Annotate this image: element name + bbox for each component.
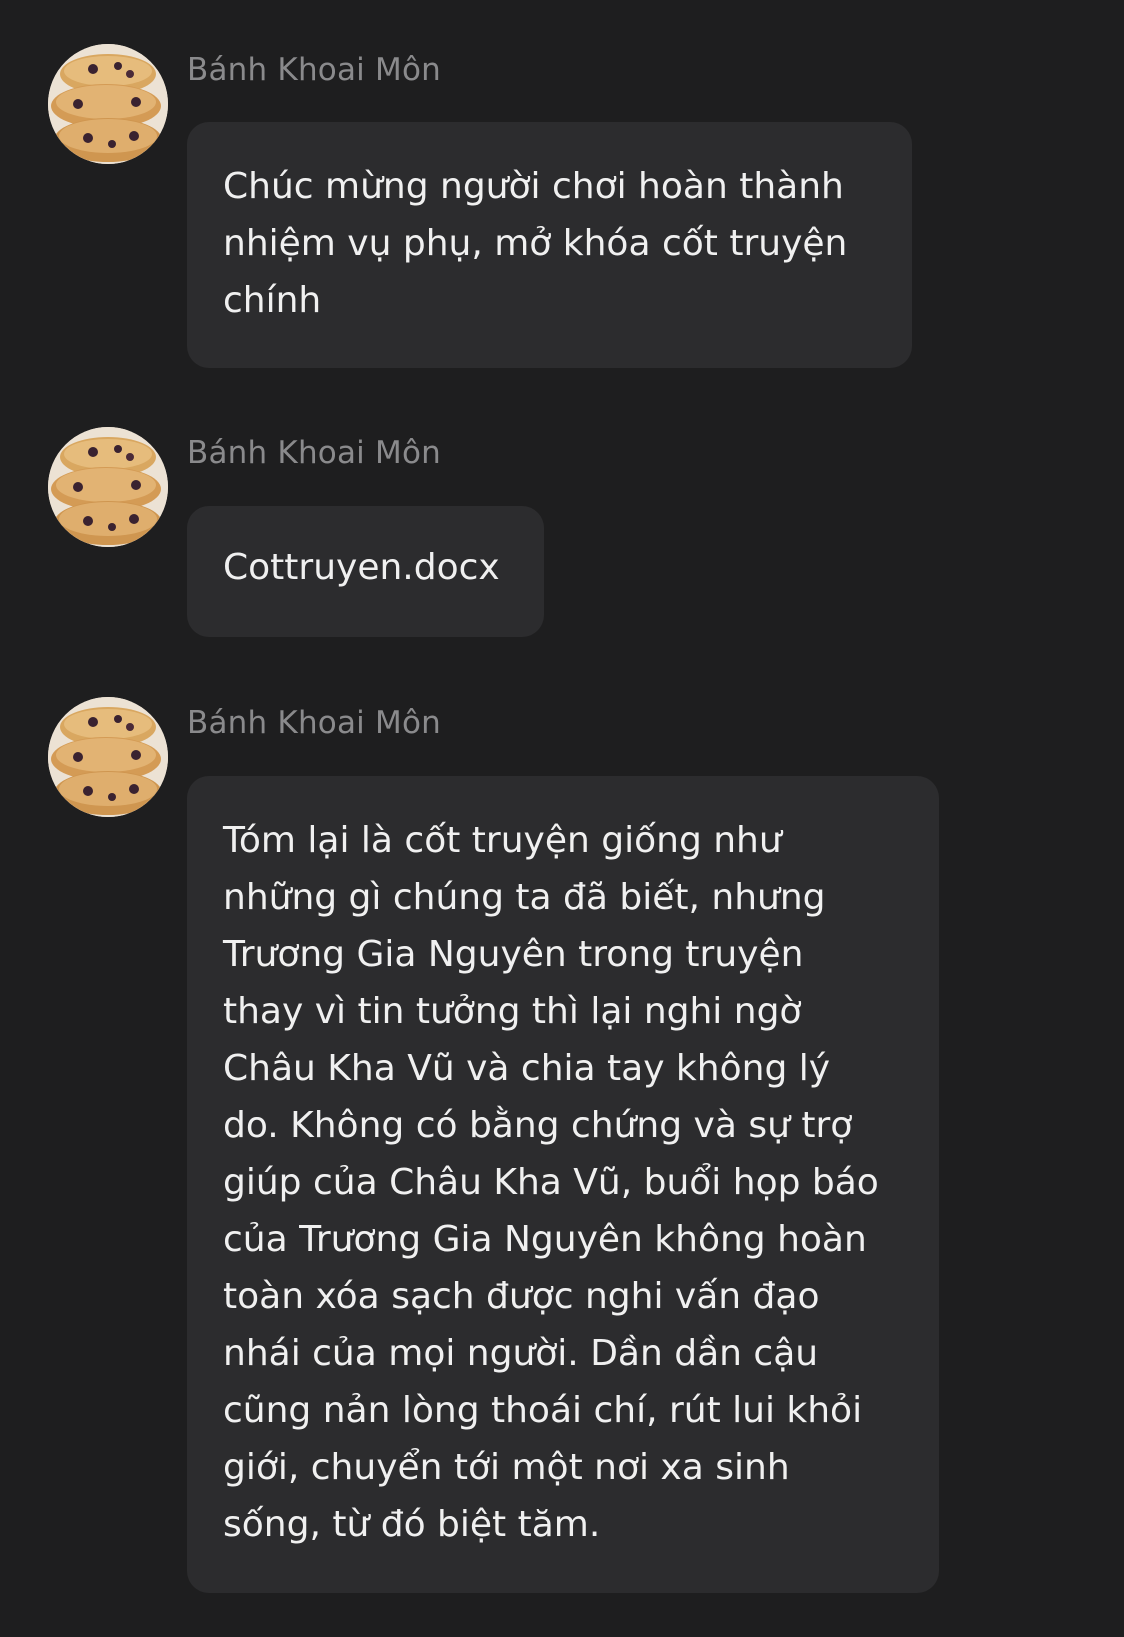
file-name[interactable]: Cottruyen.docx [223, 539, 508, 596]
taro-pastry-avatar-icon[interactable] [48, 697, 168, 817]
message-bubble[interactable]: Tóm lại là cốt truyện giống như những gì… [187, 776, 939, 1593]
message-text: Chúc mừng người chơi hoàn thành nhiệm vụ… [223, 166, 848, 321]
taro-pastry-avatar-icon[interactable] [48, 427, 168, 547]
sender-name: Bánh Khoai Môn [187, 435, 441, 471]
taro-pastry-avatar-icon[interactable] [48, 44, 168, 164]
file-attachment-bubble[interactable]: Cottruyen.docx [187, 506, 544, 637]
message-bubble[interactable]: Chúc mừng người chơi hoàn thành nhiệm vụ… [187, 122, 912, 368]
sender-name: Bánh Khoai Môn [187, 52, 441, 88]
message-text: Tóm lại là cốt truyện giống như những gì… [223, 820, 879, 1545]
sender-name: Bánh Khoai Môn [187, 705, 441, 741]
